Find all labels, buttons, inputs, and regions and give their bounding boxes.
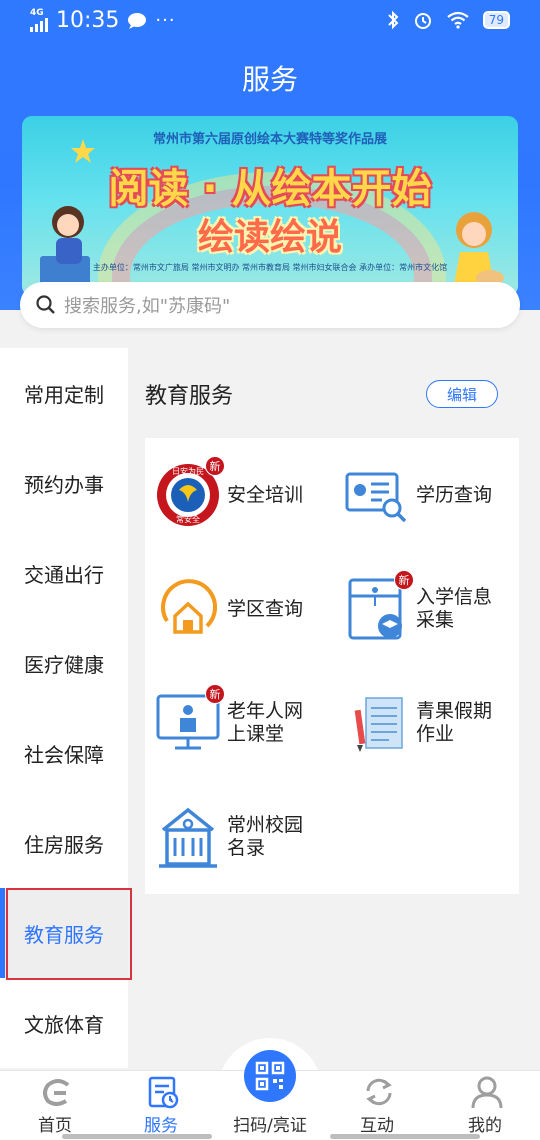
qr-code-icon xyxy=(255,1061,285,1091)
sidebar-item-label: 医疗健康 xyxy=(24,652,104,677)
edit-button[interactable]: 编辑 xyxy=(426,380,498,408)
network-type: 4G xyxy=(30,8,44,18)
emblem-bottom-text: 常安全 xyxy=(176,515,200,524)
service-label-line2: 采集 xyxy=(416,609,455,631)
sidebar-item-label: 常用定制 xyxy=(24,382,104,407)
school-building-icon xyxy=(159,807,217,868)
status-bar: 4G 10:35 ··· 79 xyxy=(0,0,540,44)
section-title: 教育服务 xyxy=(145,384,234,409)
sidebar-item-common[interactable]: 常用定制 xyxy=(0,348,128,438)
banner-headline: 阅读 · 从绘本开始 xyxy=(108,166,432,212)
search-placeholder: 搜索服务,如"苏康码" xyxy=(64,296,231,317)
home-logo-icon xyxy=(43,1079,70,1106)
service-enrollment-info[interactable]: 新 入学信息 采集 xyxy=(344,570,493,642)
new-badge: 新 xyxy=(394,570,414,590)
service-label: 青果假期 xyxy=(416,700,493,722)
service-label: 学历查询 xyxy=(416,483,493,506)
service-label: 学区查询 xyxy=(227,597,304,620)
sidebar-item-label: 预约办事 xyxy=(24,472,104,497)
scan-button[interactable] xyxy=(244,1050,296,1102)
service-label-line2: 上课堂 xyxy=(227,723,285,745)
header: 4G 10:35 ··· 79 服务 常州市第六届原创绘本大赛特等奖作品展 阅读… xyxy=(0,0,540,310)
active-indicator xyxy=(0,888,5,978)
school-district-icon xyxy=(161,579,218,634)
search-input[interactable]: 搜索服务,如"苏康码" xyxy=(20,282,520,328)
sidebar-item-label: 文旅体育 xyxy=(24,1012,104,1037)
sidebar-item-label: 教育服务 xyxy=(24,922,104,947)
page-title: 服务 xyxy=(241,63,298,96)
chat-bubble-icon xyxy=(128,12,147,29)
service-label: 老年人网 xyxy=(227,700,304,722)
service-label: 安全培训 xyxy=(227,483,304,506)
nav-label: 扫码/亮证 xyxy=(233,1116,307,1136)
wifi-icon xyxy=(447,11,469,29)
gesture-bar-right xyxy=(330,1134,480,1139)
search-icon xyxy=(36,295,55,314)
sidebar-item-transport[interactable]: 交通出行 xyxy=(0,528,128,618)
nav-profile[interactable]: 我的 xyxy=(440,1071,530,1140)
service-label-line2: 名录 xyxy=(227,837,266,859)
sidebar-item-label: 交通出行 xyxy=(24,562,104,587)
new-badge: 新 xyxy=(205,456,225,476)
nav-home[interactable]: 首页 xyxy=(10,1071,100,1140)
sidebar-item-culture-sports[interactable]: 文旅体育 xyxy=(0,978,128,1068)
alarm-icon xyxy=(414,13,431,29)
sidebar-item-social-security[interactable]: 社会保障 xyxy=(0,708,128,798)
banner-organizers: 主办单位：常州市文广旅局 常州市文明办 常州市教育局 常州市妇女联合会 承办单位… xyxy=(92,263,448,272)
service-senior-online-class[interactable]: 新 老年人网 上课堂 xyxy=(155,684,304,756)
sidebar-item-label: 社会保障 xyxy=(24,742,104,767)
service-label: 入学信息 xyxy=(416,586,493,608)
nav-label: 互动 xyxy=(360,1116,394,1136)
sidebar-item-education[interactable]: 教育服务 xyxy=(0,888,132,980)
nav-label: 服务 xyxy=(144,1116,178,1136)
banner-subheadline: 绘读绘说 xyxy=(197,217,342,258)
sidebar-item-appointment[interactable]: 预约办事 xyxy=(0,438,128,528)
profile-icon xyxy=(471,1076,503,1109)
nav-interact[interactable]: 互动 xyxy=(332,1071,422,1140)
battery-icon: 79 xyxy=(482,11,510,29)
sidebar-item-label: 住房服务 xyxy=(24,832,104,857)
nav-label: 我的 xyxy=(468,1116,502,1136)
promo-banner[interactable]: 常州市第六届原创绘本大赛特等奖作品展 阅读 · 从绘本开始 绘读绘说 主办单位：… xyxy=(22,116,518,296)
service-holiday-homework[interactable]: 青果假期 作业 xyxy=(344,690,492,756)
service-label: 常州校园 xyxy=(227,814,304,836)
service-safety-training[interactable]: 日安为民 常安全 新 安全培训 xyxy=(155,456,304,528)
gesture-bar-left xyxy=(62,1134,212,1139)
service-campus-directory[interactable]: 常州校园 名录 xyxy=(155,804,303,870)
signal-icon xyxy=(30,18,48,32)
banner-top-line: 常州市第六届原创绘本大赛特等奖作品展 xyxy=(152,132,387,147)
nav-service[interactable]: 服务 xyxy=(116,1071,206,1140)
sidebar-item-health[interactable]: 医疗健康 xyxy=(0,618,128,708)
new-badge: 新 xyxy=(205,684,225,704)
service-label-line2: 作业 xyxy=(416,723,455,745)
sidebar-item-housing[interactable]: 住房服务 xyxy=(0,798,128,888)
service-doc-icon xyxy=(148,1076,179,1109)
diploma-search-icon xyxy=(345,472,407,523)
nav-label: 首页 xyxy=(38,1116,72,1136)
service-education-record[interactable]: 学历查询 xyxy=(344,462,492,528)
more-dots-icon: ··· xyxy=(155,10,176,31)
service-school-district[interactable]: 学区查询 xyxy=(155,576,303,642)
holiday-homework-icon xyxy=(354,697,403,752)
status-time: 10:35 xyxy=(56,8,120,33)
bluetooth-icon xyxy=(388,10,399,30)
interact-refresh-icon xyxy=(366,1078,392,1106)
category-sidebar: 常用定制 预约办事 交通出行 医疗健康 社会保障 住房服务 教育服务 文旅体育 xyxy=(0,348,132,1068)
